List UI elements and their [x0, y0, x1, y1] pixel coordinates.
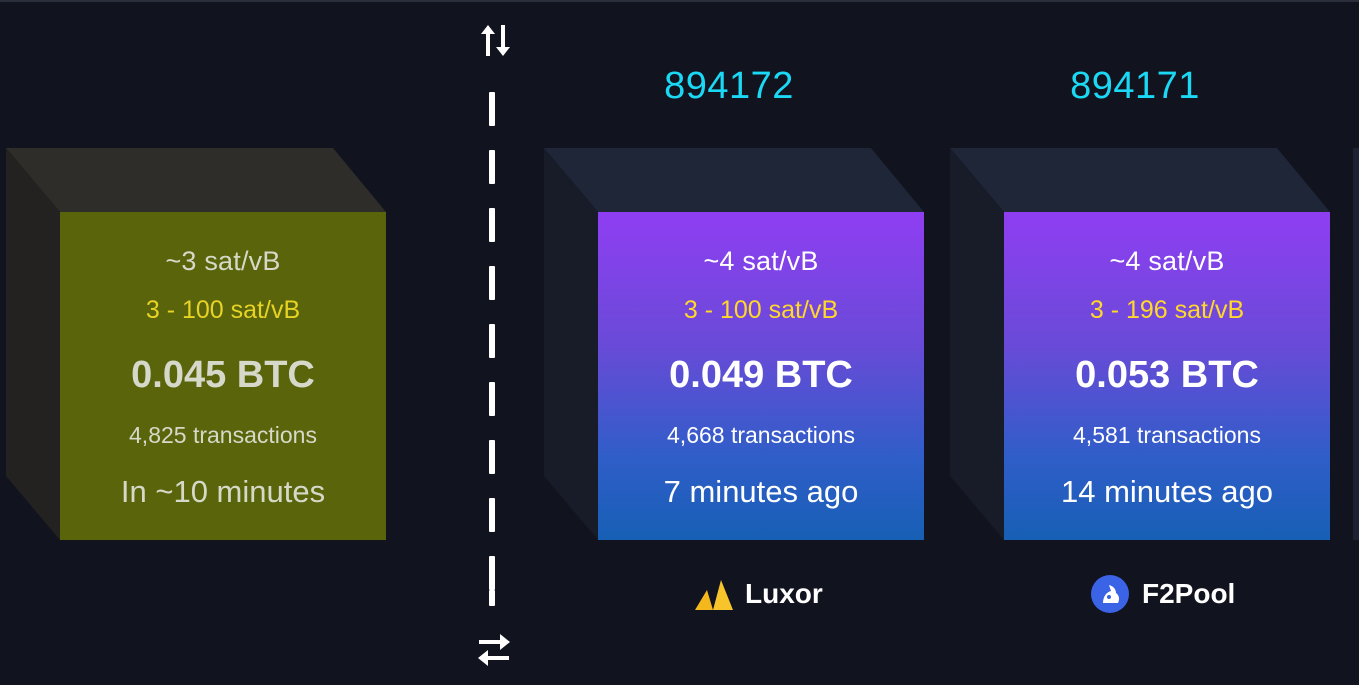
- cube-top-face: [6, 148, 386, 212]
- mining-pool-f2pool[interactable]: F2Pool: [1090, 574, 1235, 614]
- median-fee: ~4 sat/vB: [1109, 246, 1225, 276]
- mempool-blockchain-divider: [489, 92, 497, 606]
- pool-name: F2Pool: [1142, 578, 1236, 609]
- fee-range: 3 - 100 sat/vB: [683, 296, 839, 324]
- f2pool-logo-icon: [1090, 574, 1130, 614]
- total-fees: 0.053 BTC: [1075, 354, 1259, 396]
- block-height-link[interactable]: 894172: [579, 65, 879, 108]
- top-border: [0, 0, 1359, 2]
- fee-range: 3 - 196 sat/vB: [1089, 296, 1245, 324]
- mempool-block-projected[interactable]: ~3 sat/vB 3 - 100 sat/vB 0.045 BTC 4,825…: [6, 148, 386, 540]
- swap-horizontal-arrows-icon[interactable]: [474, 630, 514, 670]
- cube-front-face: ~4 sat/vB 3 - 100 sat/vB 0.049 BTC 4,668…: [598, 212, 924, 540]
- total-fees: 0.049 BTC: [669, 354, 853, 396]
- blockchain-view: ~3 sat/vB 3 - 100 sat/vB 0.045 BTC 4,825…: [0, 0, 1359, 685]
- mined-block[interactable]: ~4 sat/vB 3 - 196 sat/vB 0.053 BTC 4,581…: [950, 148, 1330, 540]
- block-time: 14 minutes ago: [1061, 474, 1273, 509]
- mining-pool-luxor[interactable]: Luxor: [693, 574, 823, 614]
- block-time: 7 minutes ago: [663, 474, 859, 509]
- cube-side-face: [544, 148, 598, 540]
- total-fees: 0.045 BTC: [131, 354, 315, 396]
- transaction-count: 4,825 transactions: [129, 422, 317, 448]
- cube-top-face: [950, 148, 1330, 212]
- luxor-logo-icon: [693, 574, 733, 614]
- median-fee: ~4 sat/vB: [703, 246, 819, 276]
- cube-front-face: ~4 sat/vB 3 - 196 sat/vB 0.053 BTC 4,581…: [1004, 212, 1330, 540]
- block-time: In ~10 minutes: [120, 474, 326, 509]
- cube-front-face: ~3 sat/vB 3 - 100 sat/vB 0.045 BTC 4,825…: [60, 212, 386, 540]
- cube-side-face: [950, 148, 1004, 540]
- mined-block[interactable]: ~4 sat/vB 3 - 100 sat/vB 0.049 BTC 4,668…: [544, 148, 924, 540]
- transaction-count: 4,581 transactions: [1073, 422, 1261, 448]
- block-height-link[interactable]: 894171: [985, 65, 1285, 108]
- next-block-edge: [1353, 148, 1359, 540]
- cube-side-face: [6, 148, 60, 540]
- transaction-count: 4,668 transactions: [667, 422, 855, 448]
- cube-top-face: [544, 148, 924, 212]
- swap-vertical-arrows-icon[interactable]: [477, 20, 517, 60]
- fee-range: 3 - 100 sat/vB: [145, 296, 301, 324]
- pool-name: Luxor: [745, 578, 823, 609]
- median-fee: ~3 sat/vB: [165, 246, 281, 276]
